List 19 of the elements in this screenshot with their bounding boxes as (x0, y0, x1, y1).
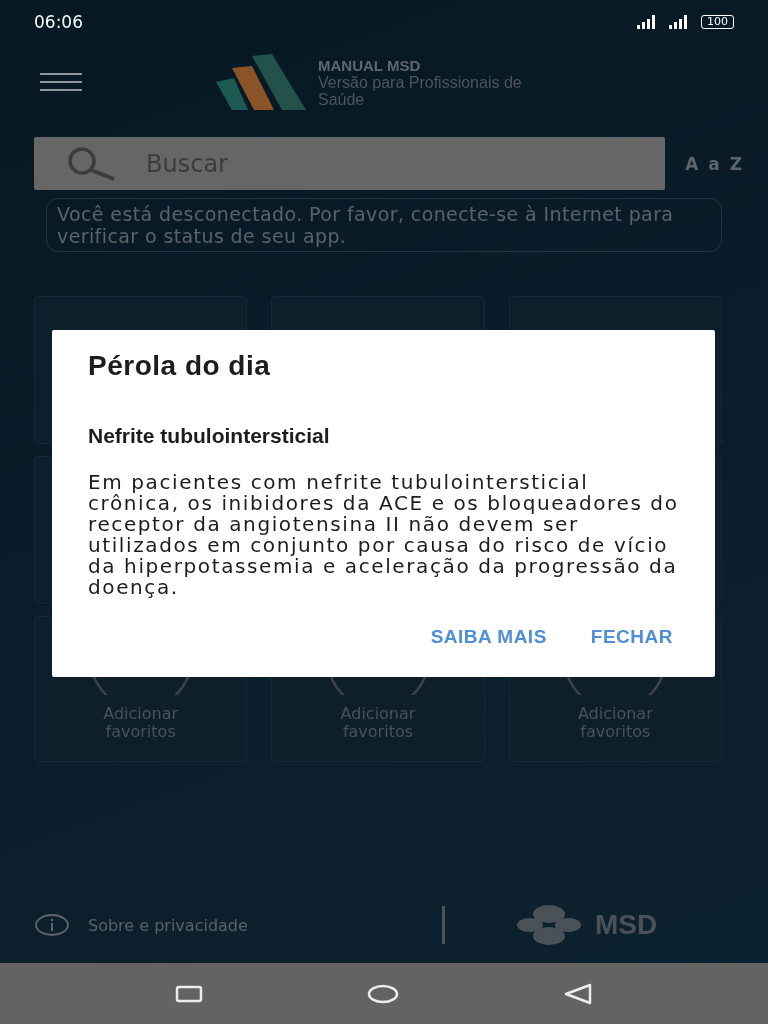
brand-subtitle: Versão para Profissionais de Saúde (318, 73, 523, 108)
info-icon (34, 914, 70, 936)
back-icon[interactable] (563, 982, 593, 1005)
recent-apps-icon[interactable] (175, 984, 203, 1003)
menu-icon[interactable] (40, 73, 82, 91)
battery-level: 100 (701, 15, 734, 29)
msd-logo-text: MSD (595, 909, 658, 941)
dialog-action-button[interactable]: FECHAR (584, 618, 679, 656)
home-icon[interactable] (367, 983, 399, 1004)
dialog-heading: Nefrite tubulointersticial (88, 424, 331, 448)
dialog-title: Pérola do dia (88, 350, 272, 382)
brand-title: MANUAL MSD (318, 56, 422, 74)
msd-logo-icon (517, 905, 581, 945)
dialog-body: Em pacientes com nefrite tubulointersticial crônica, os inibidores da ACE e os bloqueadores do receptor da angiotensina II não devem ser utilizados em conjunto por causa do risco de vício da hiperpotassemia e aceleração da progressão da doença. (88, 472, 679, 598)
offline-notice: Você está desconectado. Por favor, conecte-se à Internet para verificar o status de seu app. (46, 198, 722, 252)
a-to-z-link[interactable]: A a Z (685, 153, 744, 174)
status-time: 06:06 (34, 12, 83, 32)
about-privacy-link[interactable]: Sobre e privacidade (88, 915, 248, 935)
logo-icon (216, 54, 308, 110)
